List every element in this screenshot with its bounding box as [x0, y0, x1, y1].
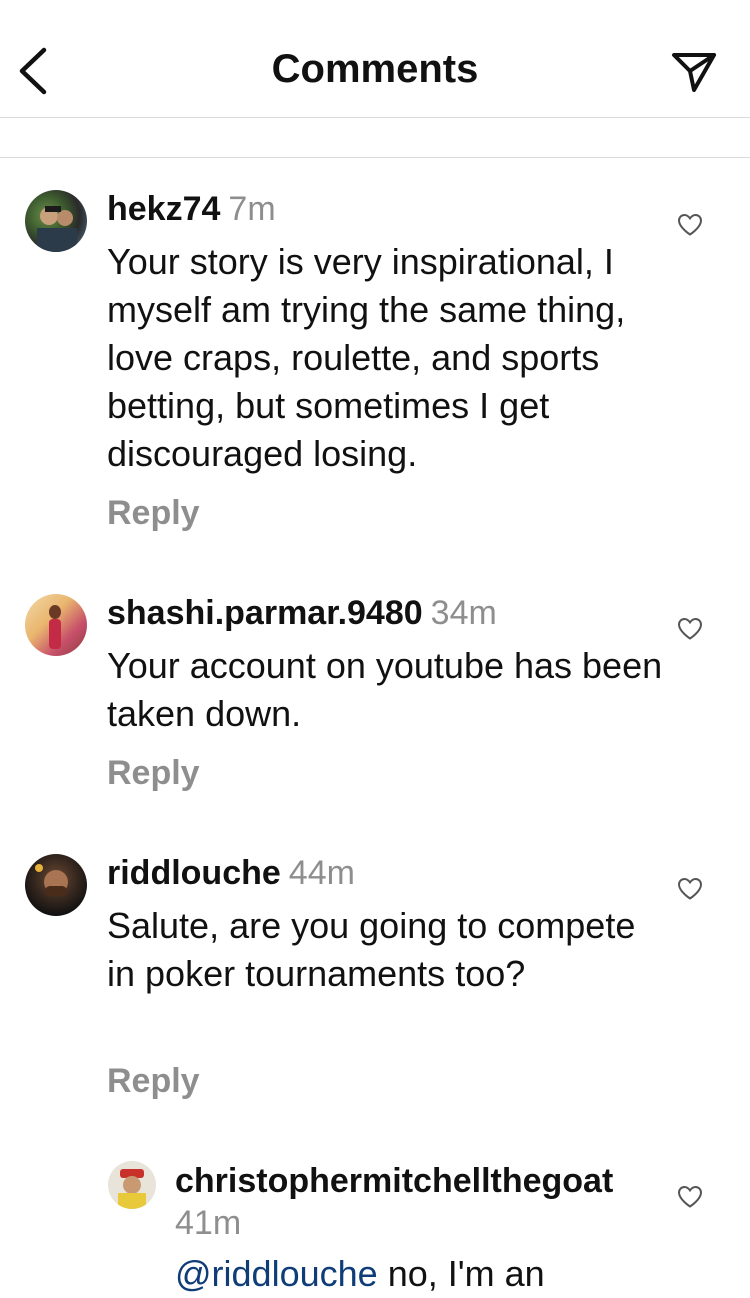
avatar-photo	[49, 605, 61, 649]
caption-divider	[0, 157, 750, 158]
mention-link[interactable]: @riddlouche	[175, 1253, 378, 1294]
comment-meta: shashi.parmar.9480 34m	[107, 593, 497, 633]
comment-meta: christophermitchellthegoat 41m	[175, 1160, 645, 1244]
share-button[interactable]	[670, 50, 718, 94]
comment-text: Your account on youtube has been taken d…	[107, 645, 663, 734]
comment-timestamp: 7m	[228, 190, 276, 228]
comment-text: @riddlouche no, I'm an	[175, 1250, 675, 1298]
like-button[interactable]	[677, 877, 703, 901]
comment-meta: riddlouche 44m	[107, 853, 355, 893]
reply-button[interactable]: Reply	[107, 494, 200, 533]
avatar-photo	[37, 206, 77, 252]
comment-username[interactable]: riddlouche	[107, 854, 281, 892]
avatar[interactable]	[25, 190, 87, 252]
comment-username[interactable]: hekz74	[107, 190, 220, 228]
avatar[interactable]	[25, 854, 87, 916]
comment-meta: hekz74 7m	[107, 189, 276, 229]
comment-username[interactable]: christophermitchellthegoat	[175, 1162, 613, 1200]
avatar-photo	[35, 864, 68, 896]
header-divider	[0, 117, 750, 118]
avatar[interactable]	[25, 594, 87, 656]
comment-text: Your story is very inspirational, I myse…	[107, 241, 626, 474]
page-title: Comments	[271, 47, 479, 91]
like-button[interactable]	[677, 617, 703, 641]
heart-outline-icon	[677, 617, 703, 640]
reply-button[interactable]: Reply	[107, 1062, 200, 1101]
heart-outline-icon	[677, 1185, 703, 1208]
reply-button[interactable]: Reply	[107, 754, 200, 793]
avatar[interactable]	[108, 1161, 156, 1209]
heart-outline-icon	[677, 213, 703, 236]
like-button[interactable]	[677, 213, 703, 237]
comment-text: Salute, are you going to compete in poke…	[107, 905, 636, 994]
reply-text: no, I'm an	[387, 1253, 545, 1294]
heart-outline-icon	[677, 877, 703, 900]
like-button[interactable]	[677, 1185, 703, 1209]
header-bar: Comments	[0, 0, 750, 118]
comment-timestamp: 44m	[288, 854, 355, 892]
comment-timestamp: 34m	[430, 594, 497, 632]
avatar-photo	[118, 1169, 146, 1209]
comment-timestamp: 41m	[175, 1204, 242, 1242]
paper-plane-icon	[672, 53, 716, 92]
comment-username[interactable]: shashi.parmar.9480	[107, 594, 423, 632]
